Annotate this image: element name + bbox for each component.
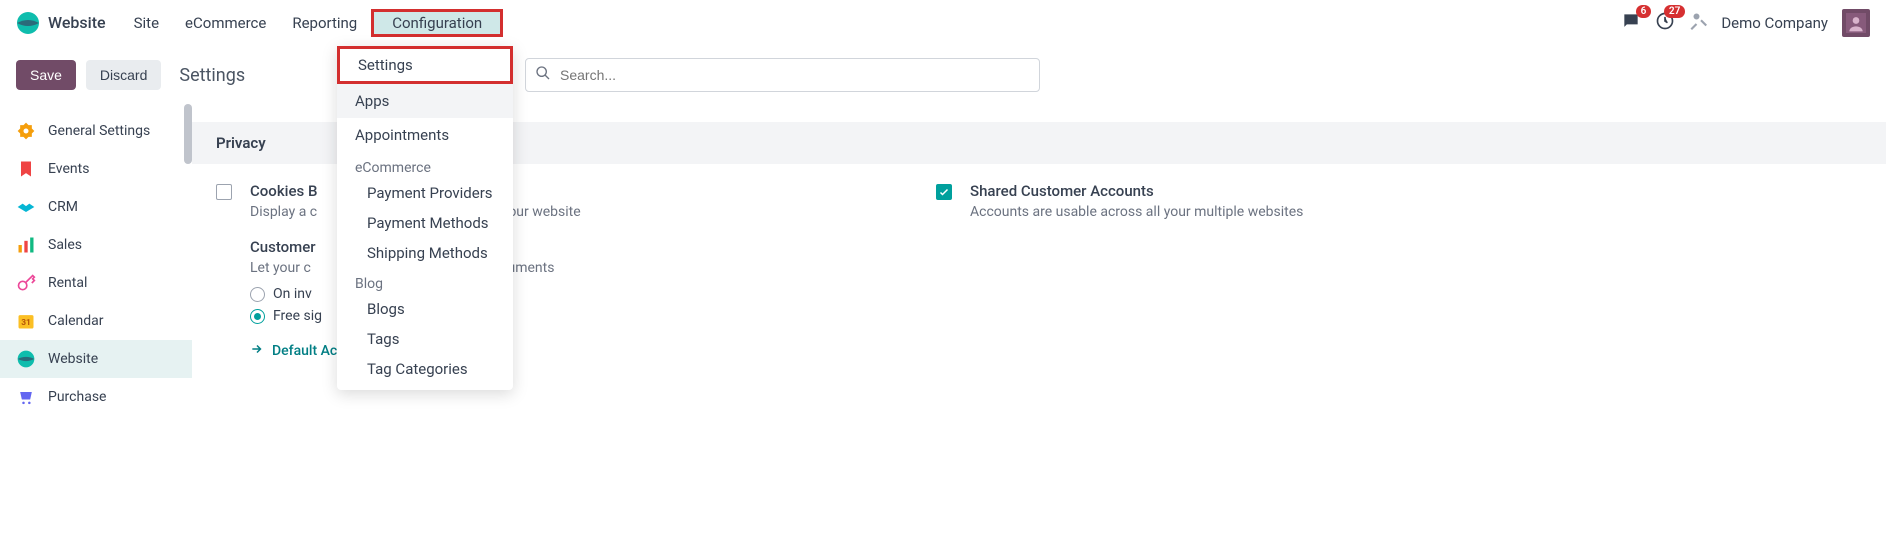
- gear-icon: [16, 121, 36, 141]
- settings-main: Privacy Cookies B Display a c n your web…: [192, 104, 1886, 424]
- dropdown-payment-methods[interactable]: Payment Methods: [337, 208, 513, 238]
- dropdown-section-ecommerce: eCommerce: [337, 152, 513, 178]
- activities-badge: 27: [1664, 5, 1685, 18]
- customer-title: Customer: [250, 238, 316, 256]
- app-name: Website: [48, 13, 106, 32]
- brand[interactable]: Website: [16, 11, 106, 35]
- dropdown-tag-categories[interactable]: Tag Categories: [337, 354, 513, 384]
- sidebar-label: Sales: [48, 237, 82, 253]
- dropdown-blogs[interactable]: Blogs: [337, 294, 513, 324]
- dropdown-section-blog: Blog: [337, 268, 513, 294]
- scrollbar-thumb[interactable]: [184, 104, 192, 164]
- dropdown-settings[interactable]: Settings: [337, 46, 513, 84]
- nav-reporting[interactable]: Reporting: [280, 10, 369, 36]
- bookmark-icon: [16, 159, 36, 179]
- cart-icon: [16, 387, 36, 407]
- user-avatar[interactable]: [1842, 9, 1870, 37]
- radio-icon: [250, 309, 265, 324]
- activities-button[interactable]: 27: [1655, 11, 1675, 35]
- sidebar-item-rental[interactable]: Rental: [0, 264, 192, 302]
- sidebar-label: Rental: [48, 275, 87, 291]
- configuration-dropdown: Settings Apps Appointments eCommerce Pay…: [337, 46, 513, 390]
- page-title: Settings: [179, 65, 245, 86]
- shared-accounts-desc: Accounts are usable across all your mult…: [970, 204, 1303, 220]
- radio-on-invitation[interactable]: On inv: [250, 286, 322, 302]
- sidebar-label: Events: [48, 161, 89, 177]
- sidebar-item-website[interactable]: Website: [0, 340, 192, 378]
- nav-ecommerce[interactable]: eCommerce: [173, 10, 278, 36]
- radio-icon: [250, 287, 265, 302]
- nav-configuration[interactable]: Configuration: [371, 9, 503, 37]
- dropdown-shipping-methods[interactable]: Shipping Methods: [337, 238, 513, 268]
- shared-accounts-checkbox[interactable]: [936, 184, 952, 200]
- discard-button[interactable]: Discard: [86, 60, 161, 90]
- sidebar-item-general[interactable]: General Settings: [0, 112, 192, 150]
- save-button[interactable]: Save: [16, 60, 76, 90]
- dropdown-tags[interactable]: Tags: [337, 324, 513, 354]
- dropdown-appointments[interactable]: Appointments: [337, 118, 513, 152]
- bar-chart-icon: [16, 235, 36, 255]
- sidebar-item-sales[interactable]: Sales: [0, 226, 192, 264]
- arrow-right-icon: [250, 342, 264, 360]
- radio-free-signup[interactable]: Free sig: [250, 308, 322, 324]
- messages-button[interactable]: 6: [1621, 11, 1641, 35]
- sidebar-item-purchase[interactable]: Purchase: [0, 378, 192, 416]
- handshake-icon: [16, 197, 36, 217]
- svg-text:31: 31: [21, 318, 31, 328]
- nav-site[interactable]: Site: [122, 10, 171, 36]
- shared-accounts-title: Shared Customer Accounts: [970, 182, 1303, 200]
- sidebar-label: Purchase: [48, 389, 106, 405]
- control-bar: Save Discard Settings: [0, 46, 1886, 104]
- cookies-checkbox[interactable]: [216, 184, 232, 200]
- sidebar-label: General Settings: [48, 123, 150, 139]
- sidebar-item-calendar[interactable]: 31 Calendar: [0, 302, 192, 340]
- dropdown-payment-providers[interactable]: Payment Providers: [337, 178, 513, 208]
- company-selector[interactable]: Demo Company: [1721, 14, 1828, 32]
- settings-sidebar: General Settings Events CRM Sales Rental…: [0, 104, 192, 424]
- search-input[interactable]: [525, 58, 1040, 92]
- globe-icon: [16, 349, 36, 369]
- sidebar-label: Website: [48, 351, 98, 367]
- search-wrap: [525, 58, 1040, 92]
- messages-badge: 6: [1636, 5, 1652, 18]
- top-nav: Website Site eCommerce Reporting Configu…: [0, 0, 1886, 46]
- nav-items: Site eCommerce Reporting Configuration: [122, 9, 504, 37]
- sidebar-label: Calendar: [48, 313, 104, 329]
- tools-icon[interactable]: [1689, 12, 1707, 34]
- key-icon: [16, 273, 36, 293]
- sidebar-item-events[interactable]: Events: [0, 150, 192, 188]
- dropdown-apps[interactable]: Apps: [337, 84, 513, 118]
- sidebar-item-crm[interactable]: CRM: [0, 188, 192, 226]
- calendar-icon: 31: [16, 311, 36, 331]
- app-logo-icon: [16, 11, 40, 35]
- topnav-right: 6 27 Demo Company: [1621, 9, 1870, 37]
- sidebar-label: CRM: [48, 199, 78, 215]
- search-icon: [535, 65, 551, 85]
